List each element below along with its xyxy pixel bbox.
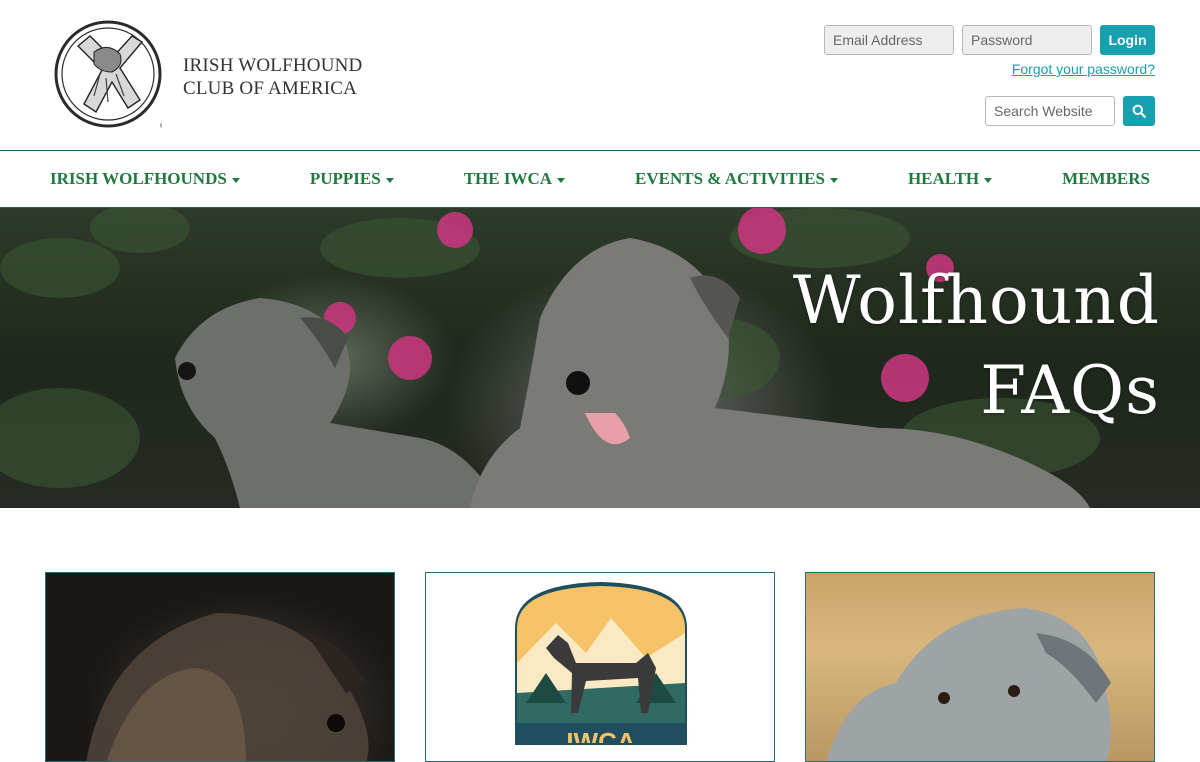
- nav-item-label: PUPPIES: [309, 169, 381, 188]
- svg-text:®: ®: [160, 122, 162, 130]
- nav-item-events-activities[interactable]: EVENTS & ACTIVITIES: [635, 169, 838, 189]
- site-header: ® IRISH WOLFHOUND CLUB OF AMERICA Login …: [0, 0, 1200, 150]
- hero-title-line2: FAQs: [980, 352, 1160, 429]
- card-grey-wolfhound-photo[interactable]: [805, 572, 1155, 762]
- main-nav: IRISH WOLFHOUNDS PUPPIES THE IWCA EVENTS…: [0, 150, 1200, 208]
- grey-wolfhound-photo: [826, 608, 1111, 761]
- nav-item-irish-wolfhounds[interactable]: IRISH WOLFHOUNDS: [50, 169, 240, 189]
- nav-item-puppies[interactable]: PUPPIES: [310, 169, 394, 189]
- hero-title-line1: Wolfhound: [792, 262, 1160, 339]
- nav-item-health[interactable]: HEALTH: [907, 169, 993, 189]
- nav-item-label: IRISH WOLFHOUNDS: [50, 169, 227, 188]
- club-name-line1: IRISH WOLFHOUND: [183, 55, 363, 76]
- email-field[interactable]: [824, 25, 954, 55]
- puppy-photo: [86, 613, 369, 761]
- nav-item-label: THE IWCA: [463, 169, 553, 188]
- login-button[interactable]: Login: [1100, 25, 1155, 55]
- search-form: [985, 96, 1155, 126]
- forgot-password-link[interactable]: Forgot your password?: [1012, 61, 1155, 77]
- hero-title: Wolfhound FAQs: [793, 256, 1160, 436]
- caret-down-icon: [557, 177, 566, 183]
- hero-banner: Wolfhound FAQs: [0, 208, 1200, 508]
- password-field[interactable]: [962, 25, 1092, 55]
- caret-down-icon: [829, 177, 838, 183]
- club-seal-icon: ®: [54, 20, 162, 130]
- caret-down-icon: [984, 177, 993, 183]
- badge-text: IWCA: [566, 727, 636, 757]
- caret-down-icon: [385, 177, 394, 183]
- caret-down-icon: [231, 177, 240, 183]
- site-logo[interactable]: ®: [54, 12, 162, 138]
- nav-item-label: HEALTH: [907, 169, 980, 188]
- card-puppy-photo[interactable]: [45, 572, 395, 762]
- club-name: IRISH WOLFHOUND CLUB OF AMERICA: [183, 54, 362, 100]
- search-icon: [1132, 104, 1146, 118]
- nav-item-label: EVENTS & ACTIVITIES: [635, 169, 825, 188]
- nav-item-the-iwca[interactable]: THE IWCA: [463, 169, 566, 189]
- search-input[interactable]: [985, 96, 1115, 126]
- nav-item-label: MEMBERS: [1062, 169, 1150, 188]
- search-button[interactable]: [1123, 96, 1155, 126]
- card-iwca-badge[interactable]: IWCA: [425, 572, 775, 762]
- nav-item-members[interactable]: MEMBERS: [1062, 169, 1150, 189]
- feature-cards: IWCA: [45, 572, 1155, 762]
- login-form: Login: [824, 25, 1155, 55]
- iwca-badge-logo: IWCA: [515, 582, 687, 757]
- club-name-line2: CLUB OF AMERICA: [183, 78, 358, 99]
